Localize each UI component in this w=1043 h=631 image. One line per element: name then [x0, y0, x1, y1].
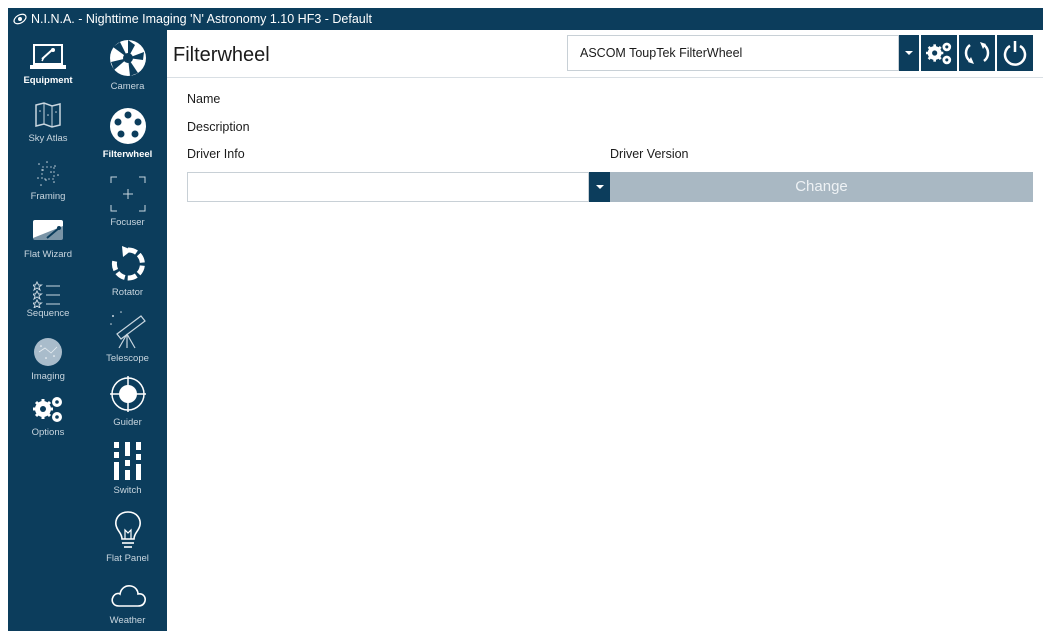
nav-item-sky-atlas[interactable]: Sky Atlas	[8, 100, 88, 144]
framing-icon	[37, 161, 59, 186]
driver-select-dropdown[interactable]	[589, 172, 610, 202]
cloud-icon	[110, 585, 146, 607]
nav-item-imaging[interactable]: Imaging	[8, 336, 88, 382]
name-label: Name	[187, 92, 221, 106]
window-title: N.I.N.A. - Nighttime Imaging 'N' Astrono…	[31, 12, 373, 26]
driver-version-label: Driver Version	[610, 147, 689, 161]
nav-item-label: Flat Wizard	[23, 249, 73, 260]
sub-nav-item-filterwheel[interactable]: Filterwheel	[88, 106, 167, 160]
panel-header: Filterwheel ASCOM ToupTek FilterWheel	[167, 30, 1043, 78]
sub-nav-item-label: Flat Panel	[106, 553, 149, 564]
nav-item-flat-wizard[interactable]: Flat Wizard	[8, 218, 88, 260]
sub-nav-item-flat-panel[interactable]: Flat Panel	[88, 510, 167, 564]
nav-item-label: Imaging	[31, 371, 65, 382]
refresh-icon	[964, 42, 990, 64]
rescan-devices-button[interactable]	[959, 35, 995, 71]
description-label: Description	[187, 120, 250, 134]
flat-wizard-icon	[33, 220, 63, 240]
sub-nav-item-rotator[interactable]: Rotator	[88, 244, 167, 298]
connect-power-button[interactable]	[997, 35, 1033, 71]
device-selector[interactable]: ASCOM ToupTek FilterWheel	[567, 35, 899, 71]
nav-item-label: Sky Atlas	[28, 133, 68, 144]
driver-select[interactable]	[187, 172, 589, 202]
sub-nav-item-weather[interactable]: Weather	[88, 580, 167, 626]
title-bar: N.I.N.A. - Nighttime Imaging 'N' Astrono…	[8, 8, 1043, 30]
aperture-icon	[109, 40, 146, 76]
sub-nav-item-switch[interactable]: Switch	[88, 440, 167, 496]
lightbulb-icon	[114, 511, 141, 548]
device-settings-button[interactable]	[921, 35, 957, 71]
nav-item-framing[interactable]: Framing	[8, 158, 88, 202]
left-nav: Equipment Sky Atlas Framing Flat Wizard …	[8, 30, 88, 631]
nav-item-label: Equipment	[23, 75, 73, 86]
switch-icon	[113, 442, 141, 480]
sub-nav-item-label: Weather	[109, 615, 146, 626]
sub-nav-item-label: Filterwheel	[102, 149, 153, 160]
imaging-icon	[34, 338, 62, 366]
sub-nav-item-telescope[interactable]: Telescope	[88, 308, 167, 364]
rotator-icon	[111, 246, 145, 281]
main-panel: Filterwheel ASCOM ToupTek FilterWheel Na…	[167, 30, 1043, 631]
sub-nav-item-label: Rotator	[111, 287, 144, 298]
laptop-telescope-icon	[30, 44, 66, 69]
nav-item-sequence[interactable]: Sequence	[8, 278, 88, 319]
sub-nav-item-focuser[interactable]: Focuser	[88, 174, 167, 228]
device-selector-dropdown[interactable]	[899, 35, 919, 71]
filterwheel-icon	[109, 108, 146, 144]
sky-atlas-icon	[35, 102, 61, 128]
focuser-icon	[110, 176, 145, 212]
sub-nav-item-label: Camera	[110, 81, 145, 92]
page-title: Filterwheel	[173, 44, 270, 66]
nav-item-label: Sequence	[26, 308, 70, 319]
gears-icon	[33, 397, 62, 422]
sub-nav-item-label: Telescope	[106, 353, 149, 364]
driver-info-label: Driver Info	[187, 147, 245, 161]
equipment-sub-nav: Camera Filterwheel Focuser Rotator Teles…	[88, 30, 167, 631]
sub-nav-item-label: Focuser	[110, 217, 145, 228]
nina-app-icon	[12, 11, 28, 27]
power-icon	[1003, 41, 1027, 66]
sub-nav-item-camera[interactable]: Camera	[88, 38, 167, 92]
sub-nav-item-label: Guider	[113, 417, 142, 428]
sequence-icon	[33, 280, 60, 308]
sub-nav-item-label: Switch	[113, 485, 142, 496]
sub-nav-item-guider[interactable]: Guider	[88, 374, 167, 428]
nav-item-equipment[interactable]: Equipment	[8, 42, 88, 86]
telescope-icon	[109, 311, 146, 349]
chevron-down-icon	[595, 185, 604, 189]
change-button[interactable]: Change	[610, 172, 1033, 202]
chevron-down-icon	[905, 51, 913, 55]
nav-item-label: Framing	[30, 191, 66, 202]
settings-gears-icon	[926, 42, 952, 65]
nav-item-options[interactable]: Options	[8, 394, 88, 438]
nav-item-label: Options	[31, 427, 65, 438]
guider-icon	[109, 376, 146, 412]
